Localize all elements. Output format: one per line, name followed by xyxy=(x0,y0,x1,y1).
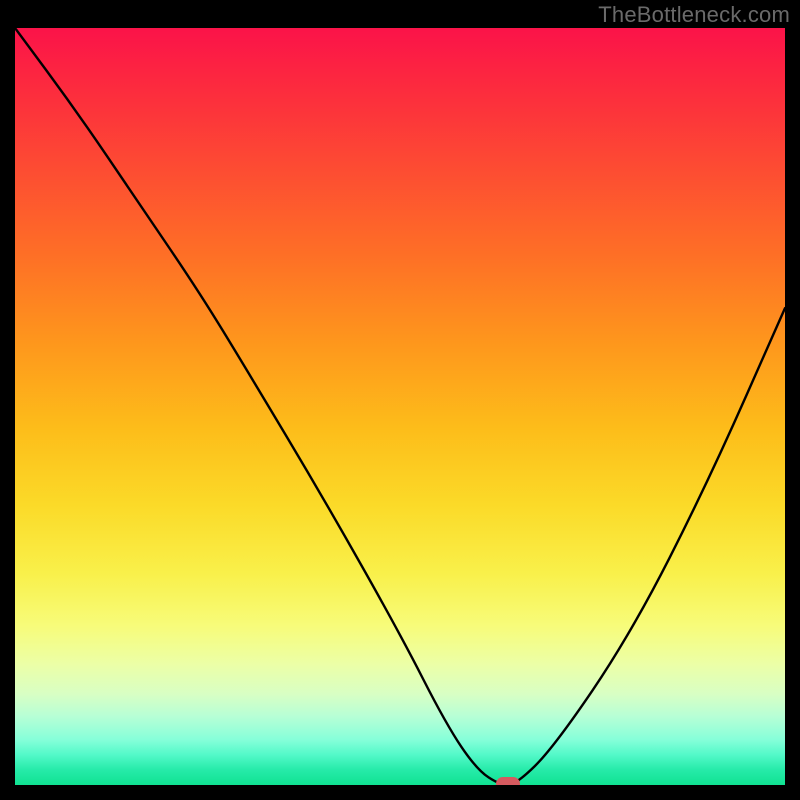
plot-area xyxy=(15,28,785,785)
watermark-text: TheBottleneck.com xyxy=(598,2,790,28)
optimal-marker xyxy=(496,777,520,785)
curve-path xyxy=(15,28,785,785)
chart-frame: TheBottleneck.com xyxy=(0,0,800,800)
bottleneck-curve xyxy=(15,28,785,785)
